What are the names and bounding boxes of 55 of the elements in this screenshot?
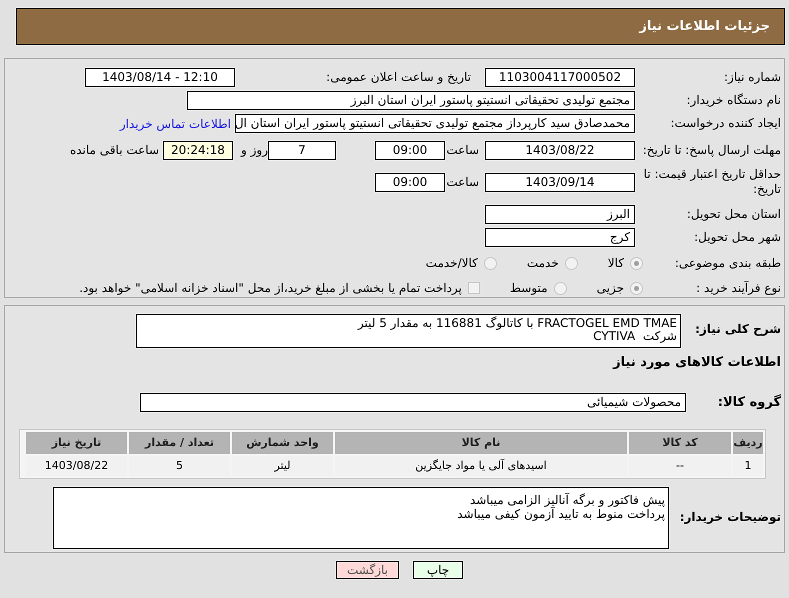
field-label: توضیحات خریدار: — [678, 510, 781, 525]
column-header: تعداد / مقدار — [129, 432, 230, 454]
description-textarea[interactable]: FRACTOGEL EMD TMAE با کاتالوگ 116881 به مقدار 5 لیتر شرکت CYTIVA — [136, 314, 681, 348]
radio-button[interactable] — [484, 256, 497, 270]
announce-date-field: 1403/08/14 - 12:10 — [85, 68, 235, 87]
radio-label: کالا — [608, 255, 624, 272]
radio-button[interactable] — [630, 282, 643, 294]
radio-label: جزیی — [596, 280, 624, 297]
radio-label: خدمت — [526, 255, 559, 272]
column-header: واحد شمارش — [232, 432, 333, 454]
goods-heading: اطلاعات کالاهای مورد نیاز — [612, 354, 781, 372]
buyer-notes-textarea[interactable]: پیش فاکتور و برگه آنالیز الزامی میباشد پرداخت منوط به تایید آزمون کیفی میباشد — [53, 486, 669, 548]
field-label: حداقل تاریخ اعتبار قیمت: تا تاریخ: — [642, 167, 781, 197]
time-label: ساعت — [445, 142, 479, 158]
field-label: تاریخ و ساعت اعلان عمومی: — [325, 70, 472, 85]
field-label: نوع فرآیند خرید : — [695, 280, 781, 296]
requester-field: محمدصادق سید کارپرداز مجتمع تولیدی تحقیقاتی انستیتو پاستور ایران استان ال — [235, 114, 635, 133]
field-label: مهلت ارسال پاسخ: تا تاریخ: — [642, 142, 781, 158]
column-header: تاریخ نیاز — [26, 432, 127, 454]
city-field: کرج — [485, 228, 635, 247]
payment-label: پرداخت تمام یا بخشی از مبلغ خرید،از محل "اسناد خزانه اسلامی" خواهد بود. — [79, 280, 462, 297]
field-label: استان محل تحویل: — [686, 207, 781, 222]
days-field: 7 — [268, 140, 336, 160]
column-header: نام کالا — [335, 432, 627, 454]
column-header: ردیف — [733, 432, 763, 454]
page-title: جزئیات اطلاعات نیاز — [639, 18, 770, 36]
province-field: البرز — [485, 205, 635, 224]
remaining-time-field: 20:24:18 — [163, 140, 233, 160]
date-field: 1403/09/14 — [485, 172, 635, 192]
buyer-contact-link[interactable]: اطلاعات تماس خریدار — [120, 114, 231, 132]
need-number-field: 1103004117000502 — [485, 68, 635, 87]
radio-label: کالا/خدمت — [426, 255, 478, 272]
days-label: روز و — [240, 142, 268, 158]
date-field: 1403/08/22 — [485, 140, 635, 160]
column-header: کد کالا — [629, 432, 731, 454]
field-label: شرح کلی نیاز: — [694, 321, 781, 337]
field-label: ایجاد کننده درخواست: — [669, 116, 781, 131]
radio-button[interactable] — [630, 256, 643, 270]
radio-button[interactable] — [564, 256, 578, 270]
field-label: نام دستگاه خریدار: — [686, 93, 781, 108]
radio-label: متوسط — [510, 280, 548, 297]
field-label: شماره نیاز: — [723, 70, 781, 85]
print-button[interactable]: چاپ — [413, 561, 463, 579]
goods-group-field: محصولات شیمیائی — [140, 392, 686, 412]
time-field: 09:00 — [375, 172, 445, 192]
field-label: گروه کالا: — [716, 394, 781, 410]
back-button[interactable]: بازگشت — [336, 561, 399, 579]
remaining-label: ساعت باقی مانده — [69, 142, 159, 158]
time-label: ساعت — [445, 174, 479, 190]
buyer-org-field: مجتمع تولیدی تحقیقاتی انستیتو پاستور ایران استان البرز — [187, 91, 635, 110]
time-field: 09:00 — [375, 140, 445, 160]
field-label: طبقه بندی موضوعی: — [674, 256, 781, 270]
radio-button[interactable] — [554, 282, 567, 294]
payment-checkbox[interactable] — [468, 282, 480, 294]
field-label: شهر محل تحویل: — [693, 230, 781, 245]
